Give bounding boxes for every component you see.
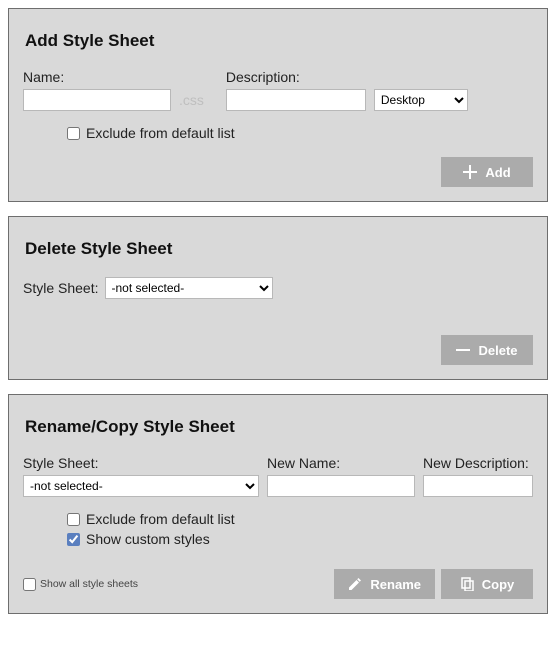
- panel-title: Rename/Copy Style Sheet: [25, 417, 533, 437]
- sheet-select[interactable]: -not selected-: [23, 475, 259, 497]
- exclude-checkbox[interactable]: [67, 513, 80, 526]
- type-select[interactable]: Desktop: [374, 89, 468, 111]
- sheet-label: Style Sheet:: [23, 280, 99, 296]
- copy-icon: [460, 577, 474, 591]
- show-custom-label: Show custom styles: [86, 531, 210, 547]
- new-desc-label: New Description:: [423, 455, 533, 471]
- css-suffix: .css: [179, 92, 204, 111]
- exclude-checkbox[interactable]: [67, 127, 80, 140]
- delete-style-sheet-panel: Delete Style Sheet Style Sheet: -not sel…: [8, 216, 548, 380]
- pencil-icon: [348, 577, 362, 591]
- minus-icon: [456, 343, 470, 357]
- plus-icon: [463, 165, 477, 179]
- description-label: Description:: [226, 69, 366, 85]
- button-label: Rename: [370, 577, 421, 592]
- new-name-label: New Name:: [267, 455, 415, 471]
- exclude-label: Exclude from default list: [86, 125, 235, 141]
- copy-button[interactable]: Copy: [441, 569, 533, 599]
- name-input[interactable]: [23, 89, 171, 111]
- button-label: Copy: [482, 577, 515, 592]
- panel-title: Add Style Sheet: [25, 31, 533, 51]
- add-button[interactable]: Add: [441, 157, 533, 187]
- panel-title: Delete Style Sheet: [25, 239, 533, 259]
- show-all-label: Show all style sheets: [40, 578, 138, 590]
- button-label: Add: [485, 165, 510, 180]
- add-style-sheet-panel: Add Style Sheet Name: .css Description: …: [8, 8, 548, 202]
- button-label: Delete: [478, 343, 517, 358]
- rename-button[interactable]: Rename: [334, 569, 435, 599]
- new-desc-input[interactable]: [423, 475, 533, 497]
- description-input[interactable]: [226, 89, 366, 111]
- exclude-label: Exclude from default list: [86, 511, 235, 527]
- rename-copy-style-sheet-panel: Rename/Copy Style Sheet Style Sheet: -no…: [8, 394, 548, 614]
- show-all-checkbox[interactable]: [23, 578, 36, 591]
- sheet-label: Style Sheet:: [23, 455, 259, 471]
- delete-button[interactable]: Delete: [441, 335, 533, 365]
- name-label: Name:: [23, 69, 171, 85]
- show-custom-checkbox[interactable]: [67, 533, 80, 546]
- new-name-input[interactable]: [267, 475, 415, 497]
- sheet-select[interactable]: -not selected-: [105, 277, 273, 299]
